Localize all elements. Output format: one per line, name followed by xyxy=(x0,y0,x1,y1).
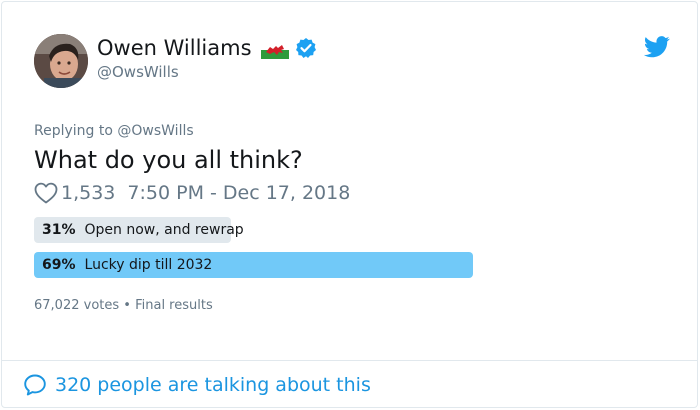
poll-status: Final results xyxy=(135,298,213,313)
tweet-text: What do you all think? xyxy=(34,146,303,174)
tweet-card: Owen Williams @OwsWills Replying to @Ows… xyxy=(1,1,698,408)
verified-badge-icon xyxy=(295,37,317,59)
author-handle[interactable]: @OwsWills xyxy=(97,63,179,81)
like-count[interactable]: 1,533 xyxy=(61,182,115,204)
author-name[interactable]: Owen Williams xyxy=(97,35,252,61)
poll-option: 69% Lucky dip till 2032 xyxy=(34,252,473,278)
replying-to[interactable]: Replying to @OwsWills xyxy=(34,123,194,139)
avatar[interactable] xyxy=(34,34,88,88)
tweet-meta: 1,533 7:50 PM - Dec 17, 2018 xyxy=(34,180,350,206)
timestamp[interactable]: 7:50 PM - Dec 17, 2018 xyxy=(127,182,350,204)
poll-summary: 67,022 votes • Final results xyxy=(34,298,213,313)
wales-flag-icon xyxy=(260,39,289,59)
poll-votes: 67,022 votes xyxy=(34,298,120,313)
speech-bubble-icon xyxy=(23,373,47,397)
poll-option-label: Open now, and rewrap xyxy=(84,222,244,238)
heart-icon[interactable] xyxy=(34,182,58,204)
poll-separator: • xyxy=(123,298,131,313)
twitter-bird-icon[interactable] xyxy=(643,36,670,58)
poll-percent: 69% xyxy=(42,257,76,273)
conversation-link[interactable]: 320 people are talking about this xyxy=(23,371,371,399)
poll-option: 31% Open now, and rewrap xyxy=(34,217,244,243)
conversation-text[interactable]: 320 people are talking about this xyxy=(55,374,371,396)
poll-option-label: Lucky dip till 2032 xyxy=(84,257,213,273)
poll-percent: 31% xyxy=(42,222,76,238)
divider xyxy=(1,360,698,361)
author-name-row[interactable]: Owen Williams xyxy=(97,35,317,61)
